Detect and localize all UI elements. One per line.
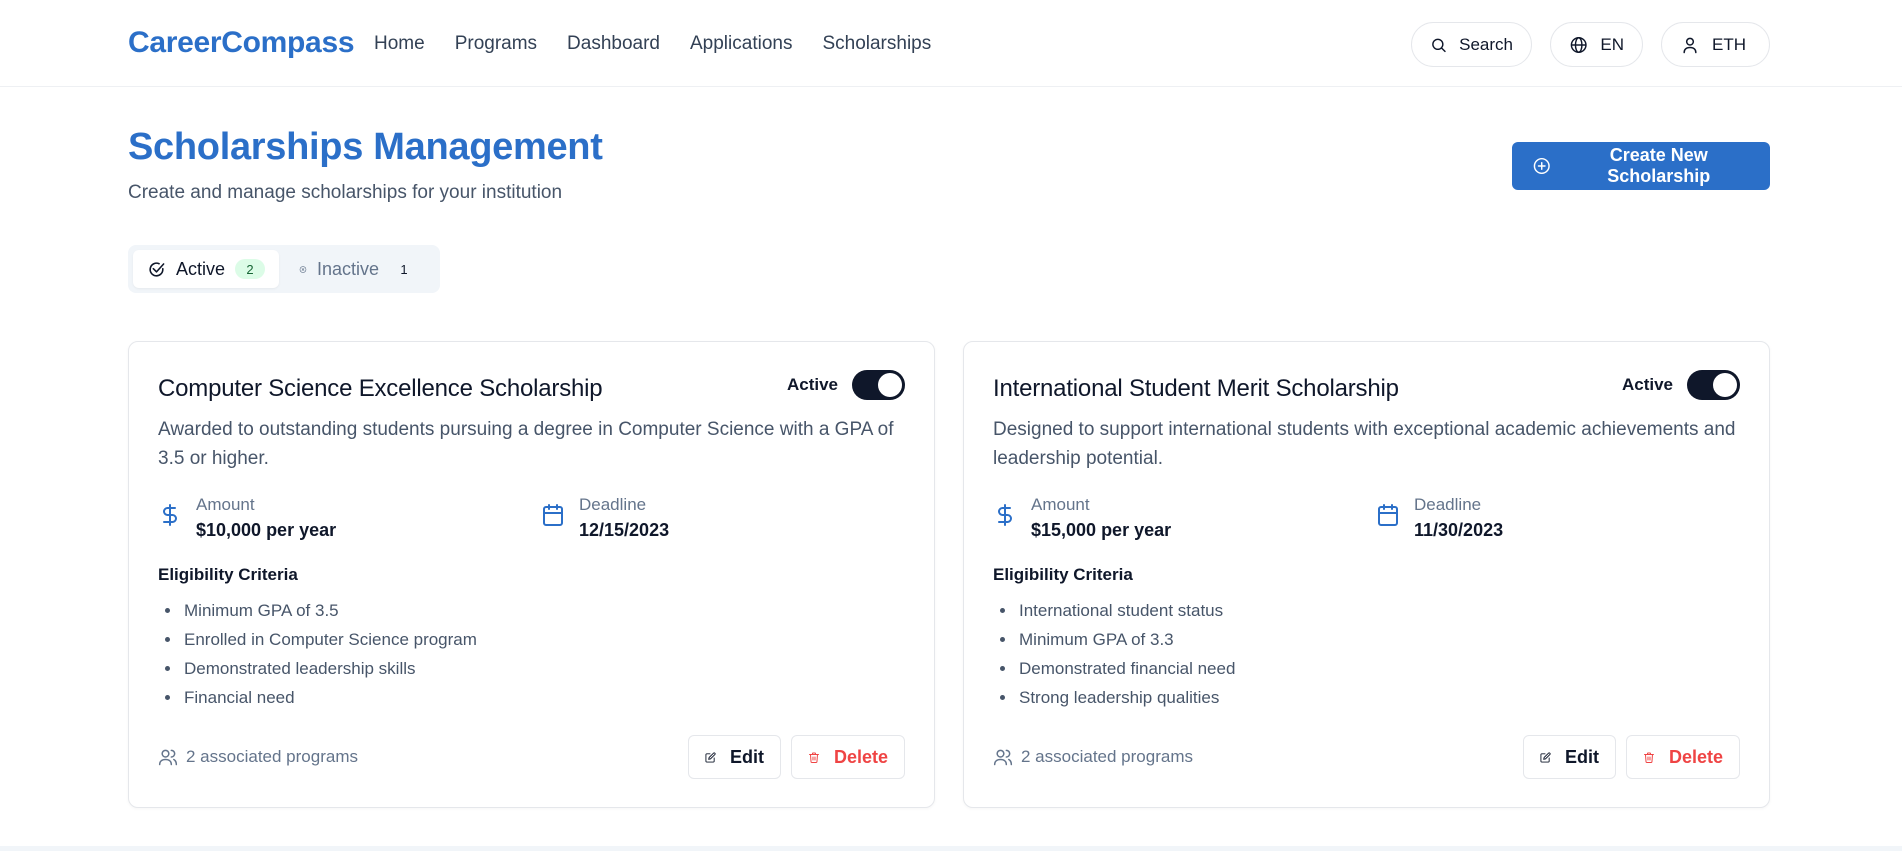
- tab-active[interactable]: Active 2: [133, 250, 279, 288]
- calendar-icon: [1378, 504, 1398, 526]
- scholarship-description: Designed to support international studen…: [993, 419, 1736, 469]
- edit-icon: [1540, 751, 1551, 763]
- tab-active-label: Active: [175, 258, 225, 279]
- tab-inactive-label: Inactive: [316, 258, 379, 279]
- amount-value: $10,000 per year: [196, 520, 337, 540]
- edit-icon: [705, 751, 716, 763]
- page-title: Scholarships Management: [128, 126, 603, 168]
- associated-programs: 2 associated programs: [158, 747, 358, 767]
- edit-label: Edit: [1565, 746, 1599, 767]
- criteria-item: International student status: [1017, 596, 1235, 625]
- calendar-icon: [543, 504, 563, 526]
- search-label: Search: [1459, 34, 1513, 54]
- criteria-item: Demonstrated leadership skills: [182, 654, 477, 683]
- users-icon: [158, 749, 178, 766]
- criteria-item: Minimum GPA of 3.5: [182, 596, 477, 625]
- dollar-icon: [998, 504, 1012, 526]
- criteria-item: Financial need: [182, 683, 477, 712]
- scholarship-title: Computer Science Excellence Scholarship: [158, 375, 603, 402]
- status-tabs: Active 2 Inactive 1: [128, 245, 440, 293]
- scholarship-title: International Student Merit Scholarship: [993, 375, 1399, 402]
- criteria-item: Minimum GPA of 3.3: [1017, 625, 1235, 654]
- nav-applications[interactable]: Applications: [690, 33, 792, 55]
- toggle-knob: [1713, 373, 1737, 397]
- active-toggle[interactable]: [852, 370, 905, 400]
- amount-label: Amount: [196, 495, 255, 514]
- scholarship-card: Computer Science Excellence Scholarship …: [128, 341, 935, 808]
- delete-label: Delete: [1668, 746, 1723, 767]
- amount-info: Amount $10,000 per year: [158, 493, 336, 544]
- trash-icon: [808, 752, 819, 763]
- associated-programs-label: 2 associated programs: [1021, 747, 1193, 766]
- globe-icon: [1570, 36, 1587, 53]
- edit-button[interactable]: Edit: [688, 735, 781, 779]
- criteria-item: Strong leadership qualities: [1017, 683, 1235, 712]
- main-nav: Home Programs Dashboard Applications Sch…: [374, 33, 931, 55]
- nav-home[interactable]: Home: [374, 33, 425, 55]
- amount-info: Amount $15,000 per year: [993, 493, 1171, 544]
- tab-inactive-count: 1: [400, 261, 408, 277]
- delete-button[interactable]: Delete: [1626, 735, 1740, 779]
- user-label: ETH: [1712, 34, 1746, 54]
- check-circle-icon: [149, 261, 165, 277]
- search-icon: [1432, 38, 1446, 52]
- associated-programs: 2 associated programs: [993, 747, 1193, 767]
- amount-label: Amount: [1031, 495, 1090, 514]
- brand-logo[interactable]: CareerCompass: [128, 26, 355, 60]
- active-toggle[interactable]: [1687, 370, 1740, 400]
- search-button[interactable]: Search: [1411, 22, 1532, 67]
- eligibility-list: Minimum GPA of 3.5 Enrolled in Computer …: [182, 596, 477, 712]
- top-navbar: CareerCompass Home Programs Dashboard Ap…: [0, 0, 1902, 87]
- create-scholarship-button[interactable]: Create New Scholarship: [1512, 142, 1770, 190]
- eligibility-list: International student status Minimum GPA…: [1017, 596, 1235, 712]
- trash-icon: [1643, 752, 1654, 763]
- deadline-label: Deadline: [1414, 495, 1482, 514]
- tab-inactive[interactable]: Inactive 1: [285, 250, 433, 288]
- scholarship-card: International Student Merit Scholarship …: [963, 341, 1770, 808]
- user-icon: [1683, 37, 1697, 53]
- criteria-item: Demonstrated financial need: [1017, 654, 1235, 683]
- page-subtitle: Create and manage scholarships for your …: [128, 182, 563, 203]
- nav-programs[interactable]: Programs: [455, 33, 537, 55]
- scholarship-description: Awarded to outstanding students pursuing…: [158, 419, 894, 469]
- page-bottom-divider: [0, 846, 1902, 851]
- language-label: EN: [1600, 34, 1624, 54]
- delete-label: Delete: [833, 746, 888, 767]
- toggle-knob: [878, 373, 902, 397]
- deadline-info: Deadline 11/30/2023: [1376, 493, 1503, 544]
- user-menu[interactable]: ETH: [1661, 22, 1770, 67]
- status-control: Active: [1622, 370, 1740, 400]
- deadline-label: Deadline: [579, 495, 647, 514]
- tab-active-count: 2: [235, 259, 265, 279]
- status-label: Active: [786, 375, 838, 394]
- nav-dashboard[interactable]: Dashboard: [567, 33, 660, 55]
- deadline-info: Deadline 12/15/2023: [541, 493, 669, 544]
- plus-circle-icon: [1533, 157, 1550, 175]
- create-button-label: Create New Scholarship: [1607, 145, 1711, 186]
- language-selector[interactable]: EN: [1550, 22, 1643, 67]
- eligibility-title: Eligibility Criteria: [993, 565, 1133, 584]
- criteria-item: Enrolled in Computer Science program: [182, 625, 477, 654]
- deadline-value: 12/15/2023: [579, 520, 670, 540]
- nav-scholarships[interactable]: Scholarships: [822, 33, 931, 55]
- x-circle-icon: [299, 265, 307, 273]
- edit-button[interactable]: Edit: [1523, 735, 1616, 779]
- users-icon: [993, 749, 1013, 766]
- dollar-icon: [163, 504, 177, 526]
- associated-programs-label: 2 associated programs: [186, 747, 358, 766]
- deadline-value: 11/30/2023: [1414, 520, 1504, 540]
- status-control: Active: [787, 370, 905, 400]
- delete-button[interactable]: Delete: [791, 735, 905, 779]
- eligibility-title: Eligibility Criteria: [158, 565, 298, 584]
- amount-value: $15,000 per year: [1031, 520, 1172, 540]
- edit-label: Edit: [730, 746, 764, 767]
- status-label: Active: [1621, 375, 1673, 394]
